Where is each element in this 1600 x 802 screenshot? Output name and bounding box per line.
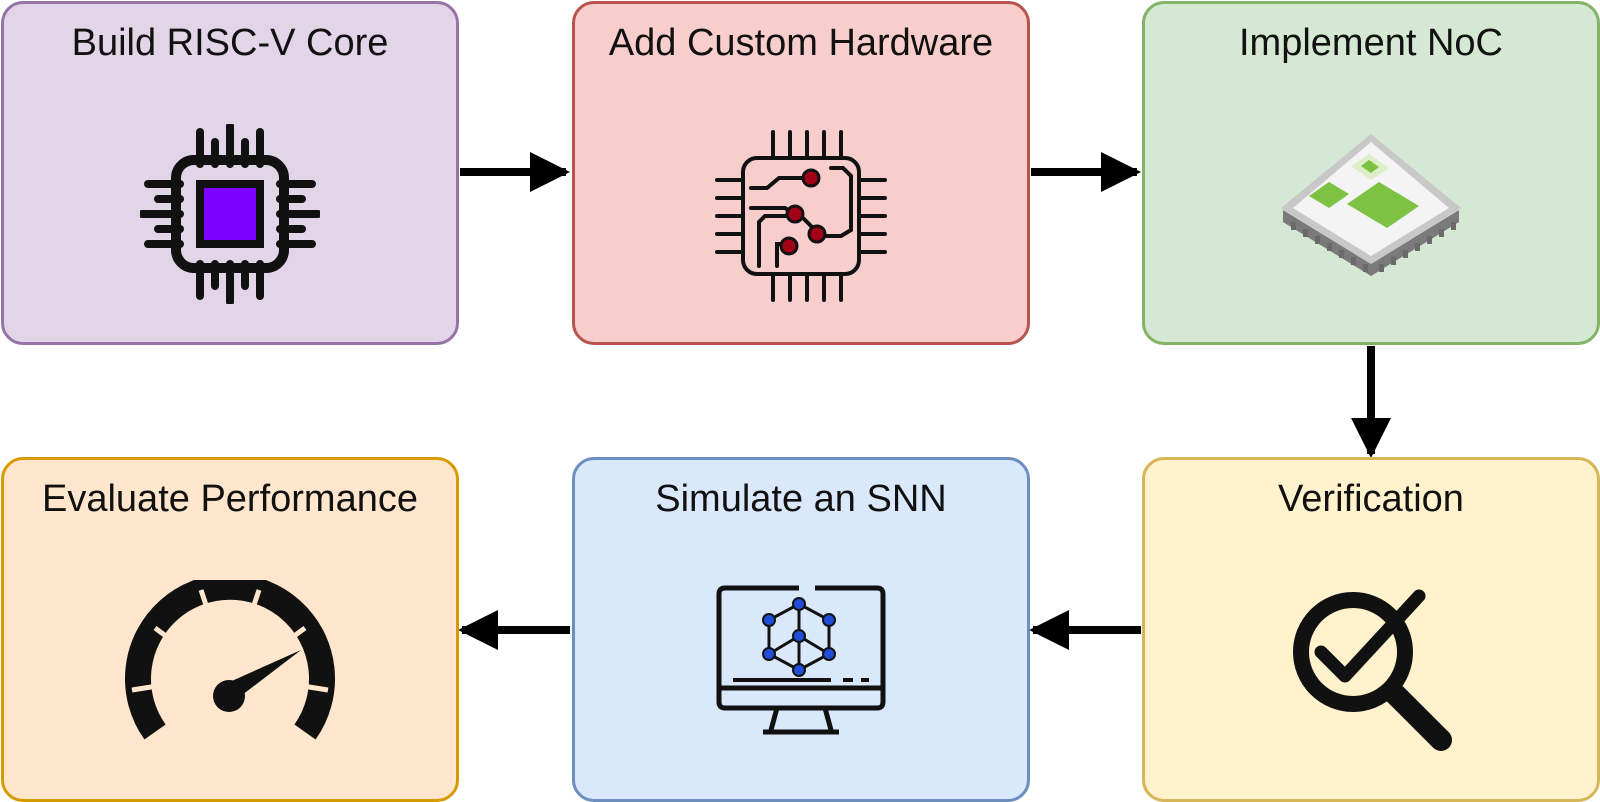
node-title: Add Custom Hardware [608,22,994,64]
speedometer-icon [125,580,335,740]
node-title: Simulate an SNN [655,478,947,520]
monitor-network-icon [716,585,886,735]
node-evaluate-performance: Evaluate Performance [1,457,459,802]
node-simulate-an-snn: Simulate an SNN [572,457,1030,802]
soc-package-icon [1281,134,1461,276]
node-title: Build RISC-V Core [71,22,389,64]
node-title: Verification [1278,478,1464,520]
circuit-chip-icon [715,130,887,302]
node-title: Implement NoC [1239,22,1503,64]
magnifier-check-icon [1293,589,1452,751]
node-add-custom-hardware: Add Custom Hardware [572,1,1030,345]
node-build-risc-v-core: Build RISC-V Core [1,1,459,345]
node-title: Evaluate Performance [42,478,418,520]
node-implement-noc: Implement NoC [1142,1,1600,345]
node-verification: Verification [1142,457,1600,802]
cpu-chip-icon [140,124,320,304]
